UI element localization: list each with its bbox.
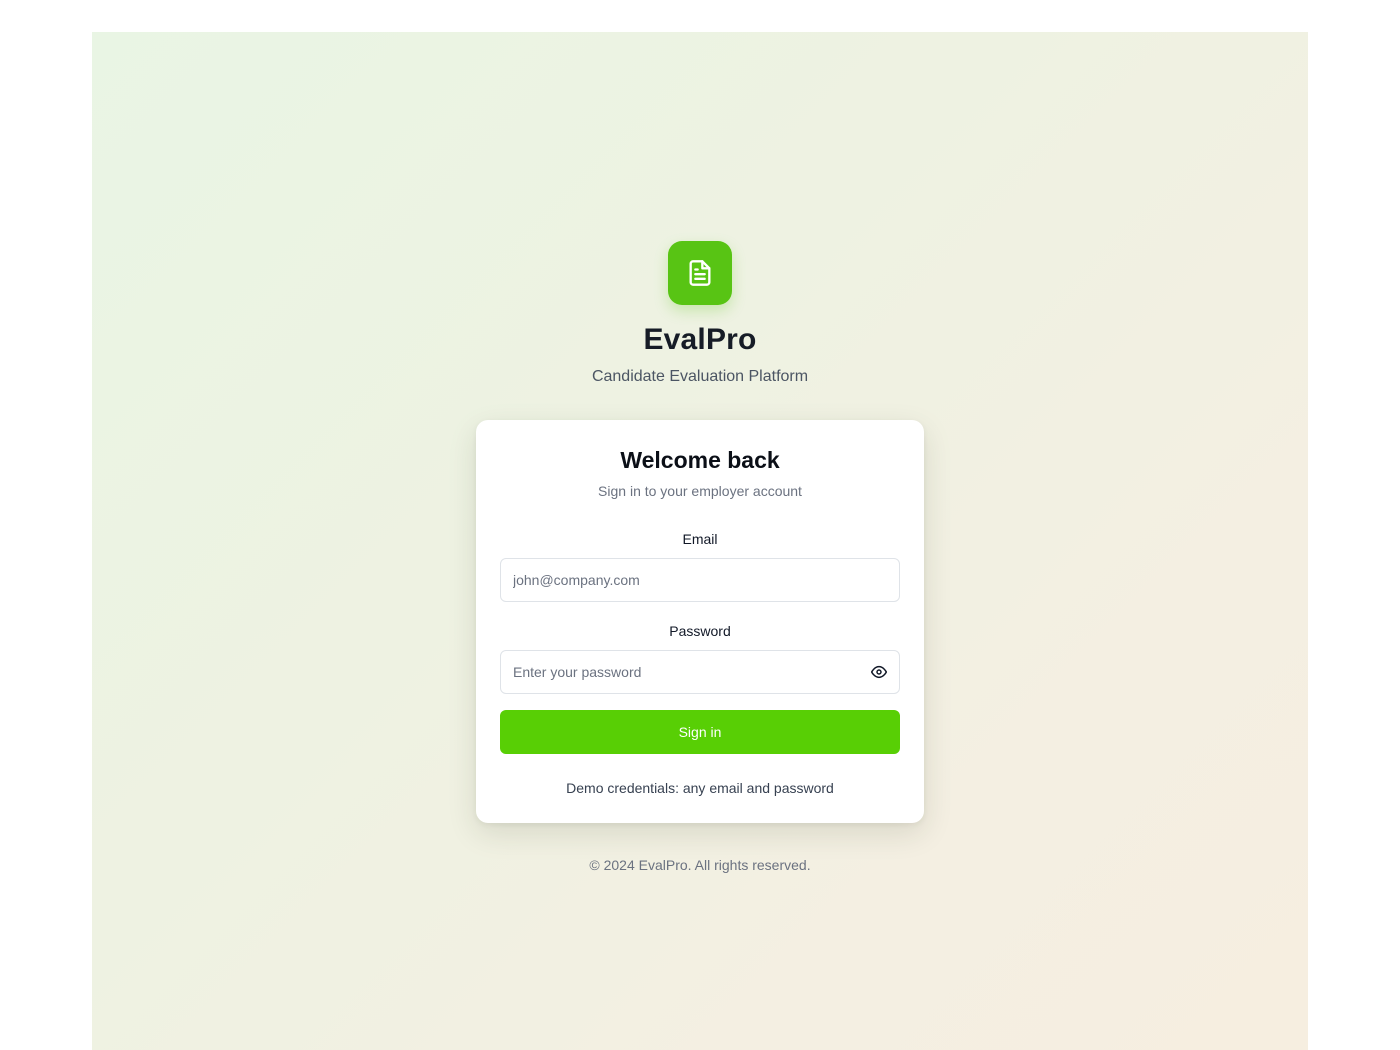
app-name: EvalPro — [643, 323, 757, 356]
file-text-icon — [689, 260, 711, 286]
login-content: EvalPro Candidate Evaluation Platform We… — [92, 241, 1308, 874]
app-tagline: Candidate Evaluation Platform — [591, 368, 809, 385]
show-password-toggle[interactable] — [869, 662, 889, 682]
card-subtitle: Sign in to your employer account — [598, 483, 802, 499]
copyright-footer: © 2024 EvalPro. All rights reserved. — [589, 857, 811, 873]
email-field-wrapper — [500, 558, 900, 602]
login-card: Welcome back Sign in to your employer ac… — [476, 420, 924, 823]
card-title: Welcome back — [620, 447, 780, 473]
password-field[interactable] — [501, 651, 899, 693]
email-label: Email — [682, 531, 718, 547]
password-field-wrapper — [500, 650, 900, 694]
sign-in-button[interactable]: Sign in — [500, 710, 900, 754]
password-label: Password — [669, 623, 731, 639]
demo-credentials-note: Demo credentials: any email and password — [566, 780, 834, 796]
eye-icon — [871, 665, 887, 679]
login-page-background: EvalPro Candidate Evaluation Platform We… — [92, 32, 1308, 1050]
app-logo — [668, 241, 732, 305]
email-field[interactable] — [501, 559, 899, 601]
